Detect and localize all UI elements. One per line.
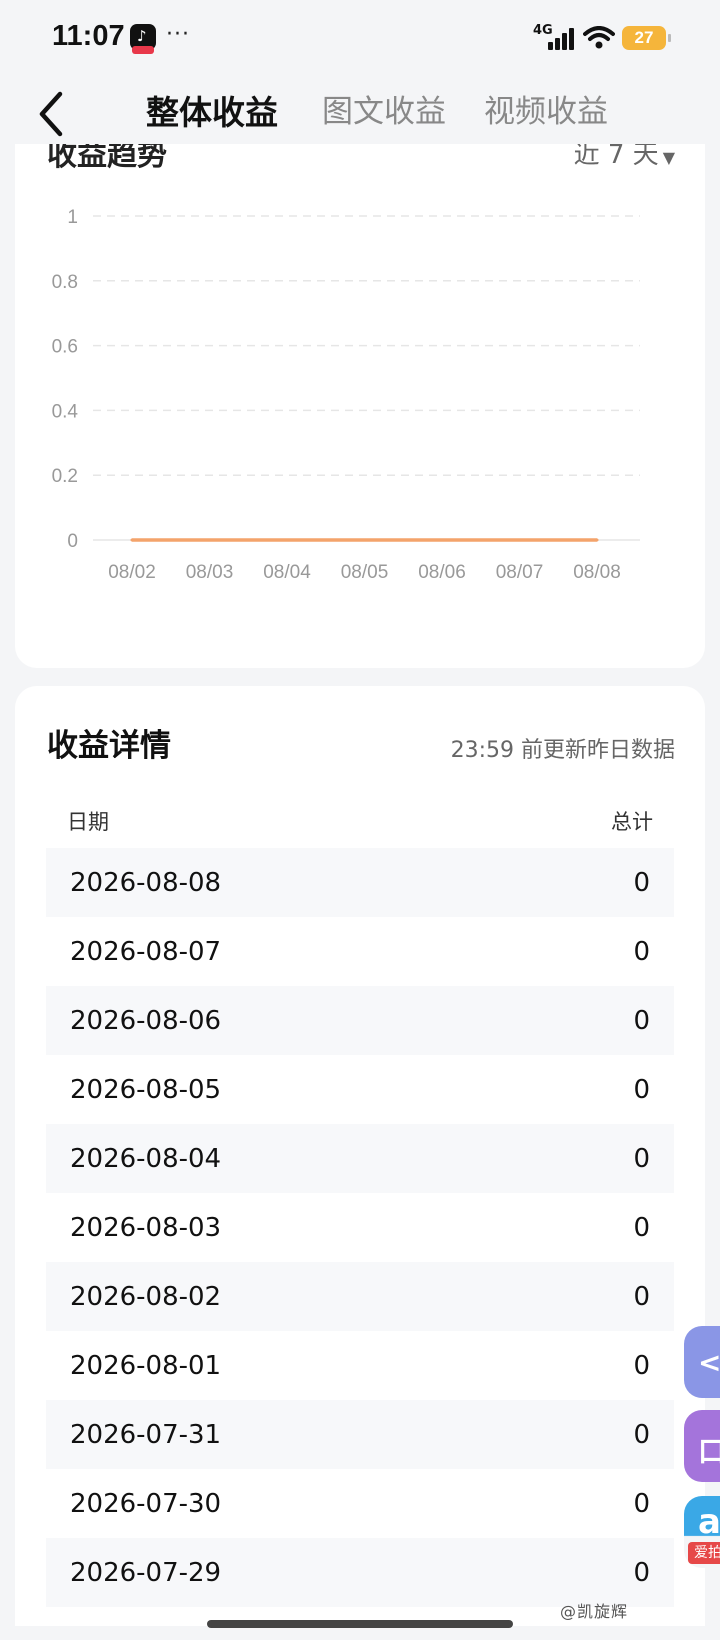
aipai-float-button[interactable]: a 爱拍: [684, 1496, 720, 1568]
row-date: 2026-08-08: [70, 867, 222, 898]
table-row: 2026-07-30 0: [46, 1469, 674, 1538]
row-date: 2026-07-30: [70, 1488, 222, 1519]
y-tick-label: 0: [67, 531, 78, 552]
earnings-line-chart: 0 0.2 0.4 0.6 0.8 1 08/02 08/03 08/04 08/05 08/06 0…: [52, 207, 640, 583]
update-note: 23:59 前更新昨日数据: [450, 738, 675, 763]
tab-article-earnings[interactable]: 图文收益: [322, 86, 446, 131]
row-total: 0: [633, 1350, 650, 1381]
share-icon: <: [698, 1346, 720, 1379]
table-row: 2026-08-02 0: [46, 1262, 674, 1331]
row-date: 2026-08-02: [70, 1281, 222, 1312]
tab-video-earnings[interactable]: 视频收益: [484, 86, 608, 131]
table-row: 2026-08-07 0: [46, 917, 674, 986]
row-total: 0: [633, 936, 650, 967]
more-notifications-icon: ···: [166, 22, 190, 47]
earnings-table: 2026-08-08 0 2026-08-07 0 2026-08-06 0 2026-08…: [46, 848, 674, 1607]
data-point: [595, 538, 599, 542]
share-float-button[interactable]: <: [684, 1326, 720, 1398]
earnings-trend-card: 收益趋势 近 7 天 ▼ 0 0.2 0.4 0.6 0.8 1 08/02 08/03 08/0…: [15, 100, 705, 668]
x-tick-label: 08/05: [341, 562, 389, 583]
table-row: 2026-08-03 0: [46, 1193, 674, 1262]
data-point: [130, 538, 134, 542]
wifi-icon: [583, 26, 615, 49]
data-point: [440, 538, 444, 542]
row-total: 0: [633, 1074, 650, 1105]
chat-float-button[interactable]: 口: [684, 1410, 720, 1482]
table-row: 2026-08-05 0: [46, 1055, 674, 1124]
table-row: 2026-08-08 0: [46, 848, 674, 917]
row-total: 0: [633, 1488, 650, 1519]
y-tick-label: 0.6: [52, 337, 78, 358]
table-row: 2026-08-01 0: [46, 1331, 674, 1400]
x-tick-label: 08/07: [496, 562, 544, 583]
row-total: 0: [633, 1419, 650, 1450]
row-total: 0: [633, 867, 650, 898]
table-row: 2026-07-29 0: [46, 1538, 674, 1607]
details-title: 收益详情: [47, 728, 171, 764]
x-tick-label: 08/02: [108, 562, 156, 583]
chat-icon: 口: [698, 1435, 720, 1468]
status-bar: 11:07 ♪ ··· 4G 27: [0, 0, 720, 78]
y-tick-label: 1: [67, 207, 78, 228]
y-tick-label: 0.4: [52, 401, 79, 422]
aipai-logo-icon: a: [698, 1502, 720, 1542]
top-nav: 整体收益 图文收益 视频收益: [0, 78, 720, 144]
row-date: 2026-08-04: [70, 1143, 222, 1174]
row-date: 2026-08-06: [70, 1005, 222, 1036]
earnings-details-card: 收益详情 23:59 前更新昨日数据 日期 总计 2026-08-08 0 2026…: [15, 686, 705, 1626]
status-time: 11:07: [52, 20, 125, 52]
back-arrow-icon[interactable]: [30, 84, 76, 142]
battery-indicator: 27: [622, 26, 671, 50]
x-tick-label: 08/08: [573, 562, 621, 583]
table-row: 2026-08-04 0: [46, 1124, 674, 1193]
data-point: [518, 538, 521, 542]
row-total: 0: [633, 1212, 650, 1243]
column-header-total: 总计: [611, 810, 653, 834]
watermark: @凯旋辉: [560, 1602, 629, 1621]
row-date: 2026-07-29: [70, 1557, 222, 1588]
data-point: [363, 538, 366, 542]
table-row: 2026-08-06 0: [46, 986, 674, 1055]
tab-overall-earnings[interactable]: 整体收益: [146, 86, 278, 134]
aipai-label: 爱拍: [688, 1542, 720, 1564]
y-tick-label: 0.2: [52, 466, 78, 487]
y-tick-label: 0.8: [52, 272, 78, 293]
signal-icon: [548, 28, 576, 50]
row-total: 0: [633, 1143, 650, 1174]
table-row: 2026-07-31 0: [46, 1400, 674, 1469]
x-tick-label: 08/06: [418, 562, 466, 583]
home-indicator[interactable]: [207, 1620, 513, 1628]
x-tick-label: 08/04: [263, 562, 311, 583]
x-tick-label: 08/03: [186, 562, 234, 583]
data-point: [208, 538, 211, 542]
row-total: 0: [633, 1281, 650, 1312]
row-date: 2026-07-31: [70, 1419, 222, 1450]
row-total: 0: [633, 1005, 650, 1036]
tiktok-app-icon: ♪: [130, 24, 156, 54]
column-header-date: 日期: [67, 810, 109, 834]
row-date: 2026-08-05: [70, 1074, 222, 1105]
row-date: 2026-08-03: [70, 1212, 222, 1243]
row-date: 2026-08-07: [70, 936, 222, 967]
row-total: 0: [633, 1557, 650, 1588]
row-date: 2026-08-01: [70, 1350, 222, 1381]
data-point: [285, 538, 289, 542]
